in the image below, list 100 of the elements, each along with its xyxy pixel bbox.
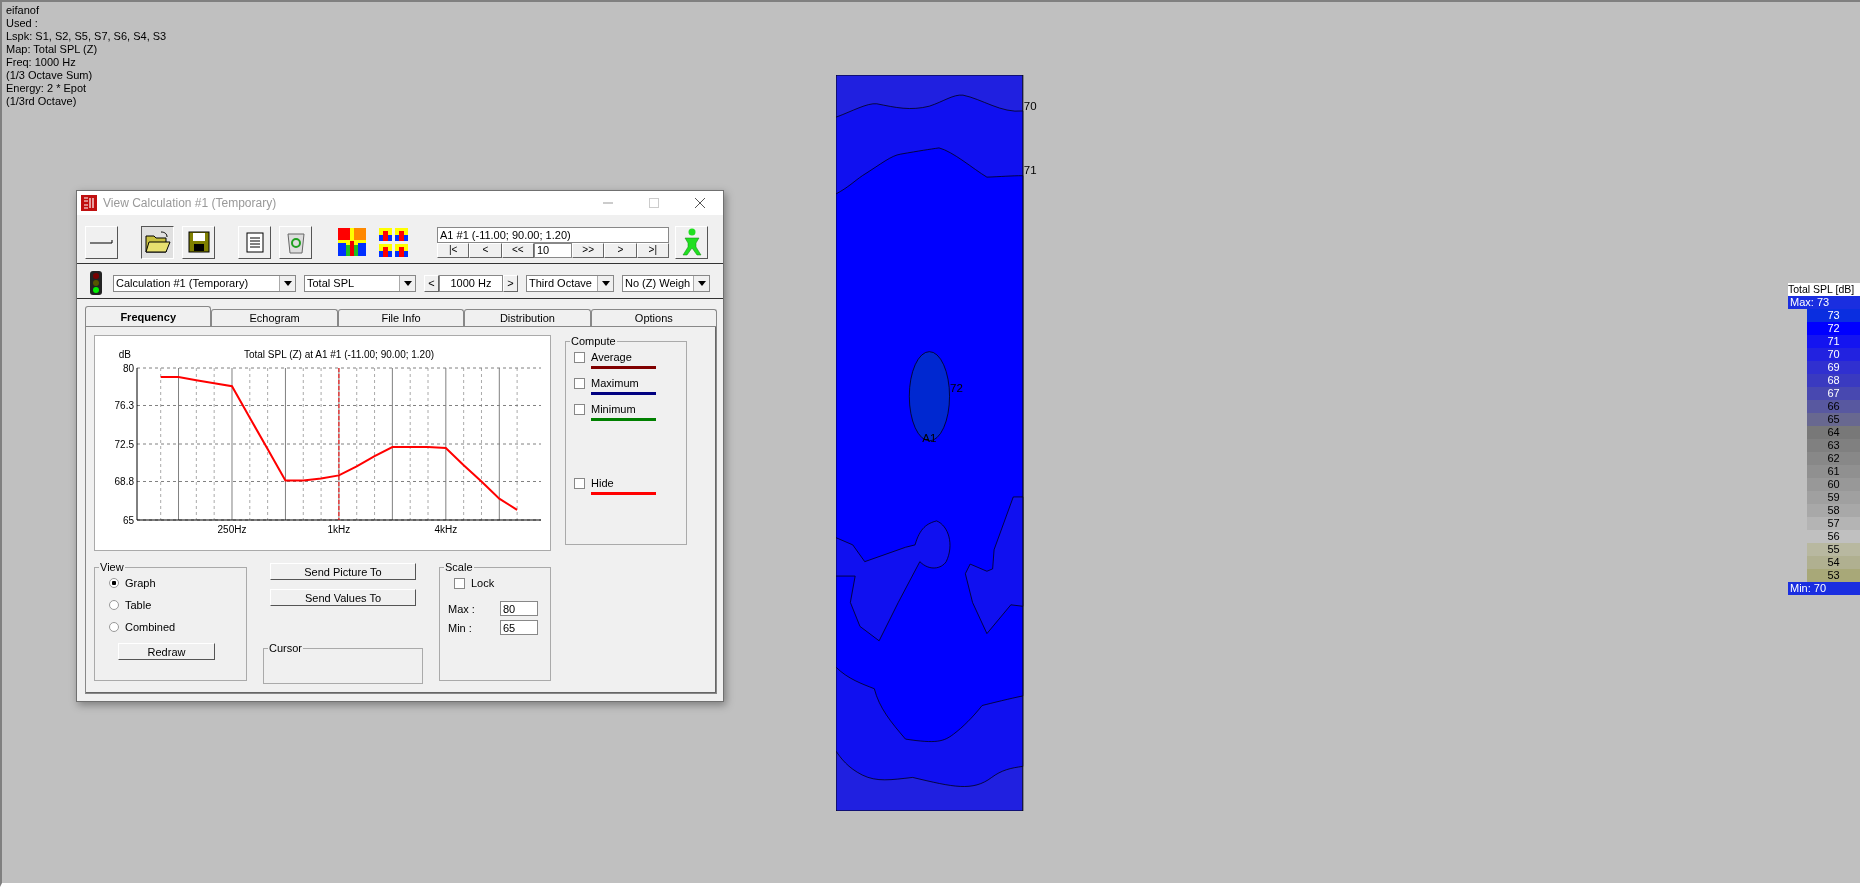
colour-map-icon (336, 227, 367, 257)
legend-entry: 65 (1807, 413, 1860, 426)
legend-title: Total SPL [dB] (1788, 283, 1860, 296)
radio-button[interactable] (109, 622, 119, 632)
legend-entry: 67 (1807, 387, 1860, 400)
radio-button[interactable] (109, 600, 119, 610)
tab[interactable]: Echogram (211, 309, 338, 326)
checkbox-label: Hide (591, 477, 614, 489)
max-field[interactable]: 80 (500, 601, 538, 616)
group-title: View (99, 561, 125, 573)
group-title: Cursor (268, 642, 303, 654)
info-line: eifanof (6, 4, 41, 17)
legend-min: Min: 70 (1788, 582, 1860, 595)
chart-title: Total SPL (Z) at A1 #1 (-11.00; 90.00; 1.20) (243, 349, 435, 360)
y-tick-label: 80 (122, 363, 134, 374)
recycle-bin-icon (285, 230, 306, 254)
notes-button[interactable] (238, 225, 271, 259)
map-view-button[interactable] (335, 225, 368, 259)
info-line: Energy: 2 * Epot (6, 82, 88, 95)
recycle-button[interactable] (279, 225, 312, 259)
info-line: Map: Total SPL (Z) (6, 43, 99, 56)
x-tick-label: 1kHz (327, 524, 351, 535)
traffic-light-icon (87, 271, 105, 295)
legend-entry: 72 (1807, 322, 1860, 335)
legend-entry: 58 (1807, 504, 1860, 517)
contour-label: 72 (950, 382, 963, 395)
y-axis-label: dB (118, 349, 131, 360)
group-title: Scale (444, 561, 474, 573)
line-button[interactable] (85, 225, 118, 259)
legend-entry: 60 (1807, 478, 1860, 491)
position-field[interactable]: A1 #1 (-11.00; 90.00; 1.20) (437, 226, 669, 243)
contour-label: 71 (1023, 163, 1037, 176)
legend-entry: 59 (1807, 491, 1860, 504)
checkbox-label: Maximum (591, 377, 639, 389)
legend-entry: 70 (1807, 348, 1860, 361)
walk-button[interactable] (675, 225, 708, 259)
y-tick-label: 72.5 (114, 439, 134, 450)
x-tick-label: 250Hz (217, 524, 247, 535)
info-line: Lspk: S1, S2, S5, S7, S6, S4, S3 (6, 30, 167, 43)
dropdown-arrow-icon (283, 280, 292, 286)
dropdown[interactable]: No (Z) Weigh (622, 274, 710, 292)
legend-entry: 57 (1807, 517, 1860, 530)
frequency-field[interactable]: 1000 Hz (439, 274, 503, 292)
legend-entry: 69 (1807, 361, 1860, 374)
radio-label: Table (125, 599, 152, 611)
save-button[interactable] (182, 225, 215, 259)
contour-label: 70 (1023, 99, 1037, 112)
previous-button[interactable]: < (424, 274, 439, 292)
radio-label: Combined (125, 621, 176, 633)
window-title: View Calculation #1 (Temporary) (103, 196, 278, 210)
checkbox[interactable] (574, 403, 585, 415)
notepad-icon (245, 231, 264, 253)
legend-entry: 64 (1807, 426, 1860, 439)
info-line: Used : (6, 17, 39, 30)
checkbox-label: Lock (471, 577, 495, 589)
send-button[interactable]: Send Picture To (270, 563, 416, 580)
info-line: (1/3rd Octave) (6, 95, 78, 108)
checkbox[interactable] (454, 577, 465, 589)
tab[interactable]: File Info (337, 309, 465, 326)
redraw-button[interactable]: Redraw (118, 643, 215, 660)
four-maps-icon (377, 227, 408, 257)
field-label: Min : (448, 621, 472, 634)
legend-entry: 73 (1807, 309, 1860, 322)
legend-entry: 63 (1807, 439, 1860, 452)
legend-entry: 54 (1807, 556, 1860, 569)
tab[interactable]: Distribution (464, 309, 591, 326)
field-label: Max : (448, 602, 475, 615)
dropdown-arrow-icon (601, 280, 610, 286)
dropdown[interactable]: Third Octave (526, 274, 614, 292)
send-button[interactable]: Send Values To (270, 589, 416, 606)
x-tick-label: 4kHz (434, 524, 458, 535)
multi-map-button[interactable] (376, 225, 409, 259)
info-line: Freq: 1000 Hz (6, 56, 77, 69)
dropdown[interactable]: Total SPL (304, 274, 416, 292)
walking-figure-icon (679, 228, 704, 256)
group-title: Compute (570, 335, 617, 347)
next-button[interactable]: > (503, 274, 518, 292)
checkbox[interactable] (574, 477, 585, 489)
tab[interactable]: Options (590, 309, 718, 326)
legend-entry: 62 (1807, 452, 1860, 465)
open-button[interactable] (141, 225, 174, 259)
y-tick-label: 76.3 (114, 400, 134, 412)
app-icon (81, 195, 97, 211)
radio-button[interactable] (109, 578, 119, 588)
legend-entry: 71 (1807, 335, 1860, 348)
y-tick-label: 68.8 (114, 476, 134, 488)
legend-max: Max: 73 (1788, 296, 1860, 309)
dropdown-arrow-icon (697, 280, 706, 286)
folder-icon (144, 230, 171, 254)
checkbox[interactable] (574, 377, 585, 389)
radio-label: Graph (125, 577, 156, 589)
tab[interactable]: Frequency (85, 306, 212, 326)
checkbox-label: Average (591, 351, 632, 363)
legend-entry: 61 (1807, 465, 1860, 478)
min-field[interactable]: 65 (500, 620, 538, 635)
dropdown-arrow-icon (403, 280, 412, 286)
info-line: (1/3 Octave Sum) (6, 69, 94, 82)
legend-entry: 66 (1807, 400, 1860, 413)
checkbox[interactable] (574, 351, 585, 363)
dropdown[interactable]: Calculation #1 (Temporary) (113, 274, 296, 292)
